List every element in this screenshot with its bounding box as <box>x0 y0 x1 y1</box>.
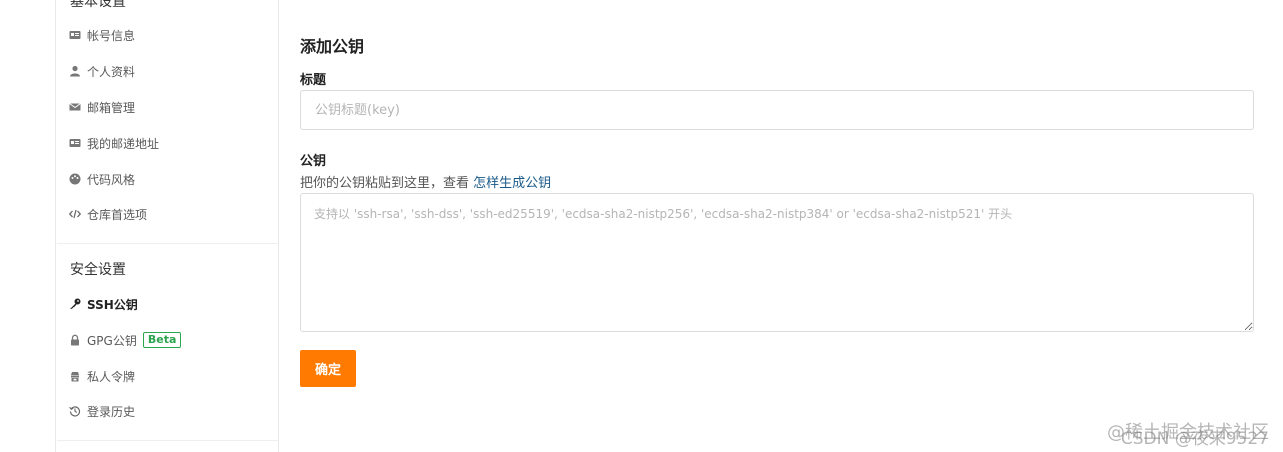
settings-sidebar: 基本设置 帐号信息 个人资料 邮箱管理 我的邮递地址 代码风格 仓库首选项 安全… <box>55 0 279 452</box>
basic-settings-title: 基本设置 <box>70 0 126 10</box>
history-icon <box>69 405 81 417</box>
how-to-generate-link[interactable]: 怎样生成公钥 <box>473 176 551 191</box>
sidebar-item-label: SSH公钥 <box>87 297 138 312</box>
key-icon <box>69 298 81 310</box>
palette-icon <box>69 173 81 185</box>
sidebar-divider <box>57 440 279 441</box>
watermark: @稀土掘金技术社区 CSDN @夜来9527 <box>1107 418 1269 449</box>
sidebar-item-label: 仓库首选项 <box>87 207 148 222</box>
sidebar-item-label: 帐号信息 <box>87 28 136 43</box>
sidebar-divider <box>57 243 279 244</box>
public-key-hint: 把你的公钥粘贴到这里，查看 怎样生成公钥 <box>300 172 551 191</box>
sidebar-item-gpg-keys[interactable]: GPG公钥 Beta <box>69 330 182 350</box>
sidebar-item-repo-prefs[interactable]: 仓库首选项 <box>69 204 147 224</box>
submit-button[interactable]: 确定 <box>300 350 356 387</box>
sidebar-item-email[interactable]: 邮箱管理 <box>69 97 135 117</box>
sidebar-item-code-style[interactable]: 代码风格 <box>69 169 135 189</box>
sidebar-item-account-info[interactable]: 帐号信息 <box>69 25 135 45</box>
sidebar-item-ssh-keys[interactable]: SSH公钥 <box>69 294 138 314</box>
sidebar-item-profile[interactable]: 个人资料 <box>69 61 135 81</box>
sidebar-item-address[interactable]: 我的邮递地址 <box>69 133 159 153</box>
add-ssh-key-form: 添加公钥 标题 公钥 把你的公钥粘贴到这里，查看 怎样生成公钥 确定 <box>300 0 1255 452</box>
title-label: 标题 <box>300 73 327 88</box>
beta-badge: Beta <box>142 332 182 348</box>
token-icon <box>69 370 81 382</box>
sidebar-item-label: GPG公钥 <box>87 333 137 348</box>
sidebar-item-label: 我的邮递地址 <box>87 136 160 151</box>
key-title-input[interactable] <box>300 90 1254 130</box>
sidebar-item-tokens[interactable]: 私人令牌 <box>69 366 135 386</box>
address-card-icon <box>69 137 81 149</box>
lock-icon <box>69 334 81 346</box>
sidebar-item-label: 登录历史 <box>87 404 136 419</box>
sidebar-item-label: 私人令牌 <box>87 369 136 384</box>
sidebar-item-label: 代码风格 <box>87 172 136 187</box>
code-icon <box>69 208 81 220</box>
sidebar-item-login-history[interactable]: 登录历史 <box>69 401 135 421</box>
id-card-icon <box>69 29 81 41</box>
sidebar-item-label: 邮箱管理 <box>87 100 136 115</box>
watermark-line2: CSDN @夜来9527 <box>1120 429 1269 449</box>
hint-text: 把你的公钥粘贴到这里，查看 <box>300 176 470 191</box>
public-key-label: 公钥 <box>300 154 327 169</box>
user-icon <box>69 65 81 77</box>
page-title: 添加公钥 <box>300 37 365 56</box>
mail-icon <box>69 101 81 113</box>
security-settings-title: 安全设置 <box>70 262 126 278</box>
public-key-textarea[interactable] <box>300 193 1254 332</box>
sidebar-item-label: 个人资料 <box>87 64 136 79</box>
